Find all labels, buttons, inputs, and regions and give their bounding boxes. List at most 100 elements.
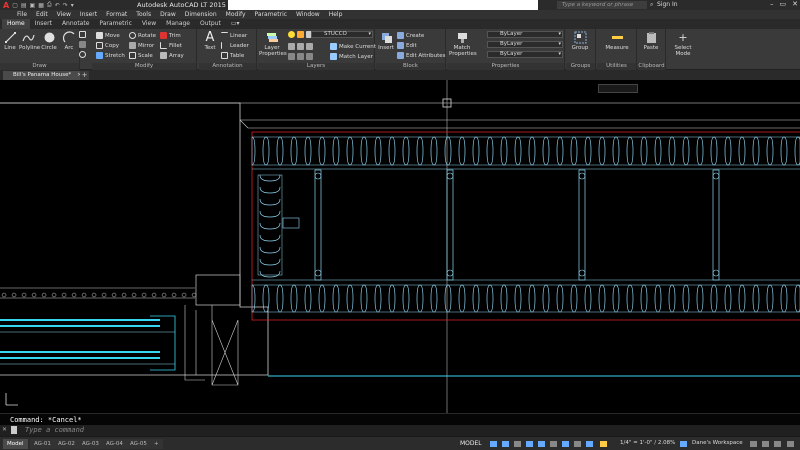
transparency-icon[interactable] [562,441,569,447]
linear-button[interactable]: Linear [221,32,247,39]
menu-tools[interactable]: Tools [136,11,151,18]
mirror-button[interactable]: Mirror [129,42,154,49]
text-button[interactable]: A Text [201,31,219,51]
document-tab-active[interactable]: Bill's Panama House* × [3,71,87,80]
tab-parametric[interactable]: Parametric [94,19,137,29]
modify-panel-title[interactable]: Modify [92,63,196,70]
utilities-panel-title[interactable]: Utilities [597,63,636,70]
tab-view[interactable]: View [137,19,161,29]
group-button[interactable]: Group [571,31,589,51]
copy-button[interactable]: Copy [96,42,119,49]
groups-panel-title[interactable]: Groups [566,63,595,70]
restore-button[interactable]: ▭ [780,0,787,8]
close-button[interactable]: ✕ [792,0,798,8]
print-icon[interactable]: ⎙ [47,1,52,9]
tab-home[interactable]: Home [2,19,30,29]
search-icon[interactable]: ⌕ [650,1,653,9]
undo-icon[interactable]: ↶ [55,2,60,9]
hatch-icon[interactable] [79,41,86,48]
new-tab-button[interactable]: + [80,71,89,80]
isolate-icon[interactable] [762,441,769,447]
workspace-icon[interactable] [680,441,687,447]
lineweight-icon[interactable] [550,441,557,447]
polyline-button[interactable]: Polyline [19,31,40,51]
array-button[interactable]: Array [160,52,184,59]
customization-icon[interactable] [787,441,794,447]
color-dropdown[interactable]: ByLayer ▾ [487,31,563,38]
grid-icon[interactable] [490,441,497,447]
block-panel-title[interactable]: Block [376,63,445,70]
circle-button[interactable]: Circle [40,31,58,51]
menu-window[interactable]: Window [296,11,320,18]
close-icon[interactable]: ✕ [2,426,7,433]
edit-attributes-button[interactable]: Edit Attributes [397,52,446,59]
menu-file[interactable]: File [17,11,27,18]
match-properties-button[interactable]: Match Properties [449,31,477,57]
stretch-button[interactable]: Stretch [96,52,125,59]
leader-button[interactable]: Leader [221,42,249,49]
drawing-area[interactable] [0,80,800,413]
make-current-button[interactable]: Make Current [330,43,376,50]
table-button[interactable]: Table [221,52,244,59]
scale-button[interactable]: Scale [129,52,153,59]
workspace-switch[interactable]: Dane's Workspace [692,440,743,446]
menu-view[interactable]: View [57,11,71,18]
viewcube[interactable] [598,84,638,93]
selection-cycling-icon[interactable] [574,441,581,447]
command-line[interactable]: ✕ Type a command [0,425,800,436]
layout-tab-ag04[interactable]: AG-04 [102,439,127,449]
polar-icon[interactable] [526,441,533,447]
layout-tab-ag03[interactable]: AG-03 [78,439,103,449]
customize-icon[interactable]: ▾ [71,2,74,9]
line-button[interactable]: Line [1,31,19,51]
annotation-visibility-icon[interactable] [586,441,593,447]
open-icon[interactable]: ▤ [21,2,27,9]
layer-dropdown[interactable]: STUCCO ▾ [311,31,373,38]
saveas-icon[interactable]: ▦ [38,2,44,9]
layer-state-icons[interactable] [288,31,313,38]
new-icon[interactable]: ▢ [12,2,18,9]
redo-icon[interactable]: ↷ [63,2,68,9]
command-prompt-icon[interactable] [11,426,17,434]
menu-dimension[interactable]: Dimension [185,11,217,18]
ribbon-options-icon[interactable]: ▭▾ [226,19,245,29]
search-input[interactable]: Type a keyword or phrase [557,1,647,9]
model-space-button[interactable]: MODEL [460,440,482,447]
annotation-scale-icon[interactable] [600,441,607,447]
clipboard-panel-title[interactable]: Clipboard [638,63,665,70]
layout-tab-ag01[interactable]: AG-01 [30,439,55,449]
linetype-dropdown[interactable]: ByLayer ▾ [487,41,563,48]
menu-format[interactable]: Format [106,11,127,18]
layout-tab-model[interactable]: Model [3,439,28,449]
match-layer-button[interactable]: Match Layer [330,53,373,60]
tab-manage[interactable]: Manage [161,19,195,29]
ortho-icon[interactable] [514,441,521,447]
ellipse-icon[interactable] [79,51,86,58]
lock-icon[interactable] [750,441,757,447]
annotation-scale-value[interactable]: 1/4" = 1'-0" / 2.08% [620,440,675,446]
menu-insert[interactable]: Insert [80,11,97,18]
osnap-icon[interactable] [538,441,545,447]
command-input[interactable]: Type a command [25,426,84,434]
insert-button[interactable]: Insert [377,31,395,51]
minimize-button[interactable]: – [770,0,774,8]
layer-tools-icons[interactable] [288,43,313,50]
select-mode-button[interactable]: + Select Mode [674,31,692,57]
menu-help[interactable]: Help [329,11,343,18]
tab-insert[interactable]: Insert [30,19,57,29]
arc-button[interactable]: Arc [60,31,78,51]
layers-panel-title[interactable]: Layers [258,63,374,70]
paste-button[interactable]: Paste [642,31,660,51]
clean-screen-icon[interactable] [774,441,781,447]
layer-tools-row2-icons[interactable] [288,53,313,60]
signin-link[interactable]: Sign In [657,1,678,8]
edit-block-button[interactable]: Edit [397,42,417,49]
save-icon[interactable]: ▣ [30,2,36,9]
create-block-button[interactable]: Create [397,32,424,39]
menu-modify[interactable]: Modify [226,11,246,18]
rotate-button[interactable]: Rotate [129,32,156,39]
menu-edit[interactable]: Edit [36,11,48,18]
snap-icon[interactable] [502,441,509,447]
menu-draw[interactable]: Draw [160,11,176,18]
annotation-panel-title[interactable]: Annotation [199,63,256,70]
